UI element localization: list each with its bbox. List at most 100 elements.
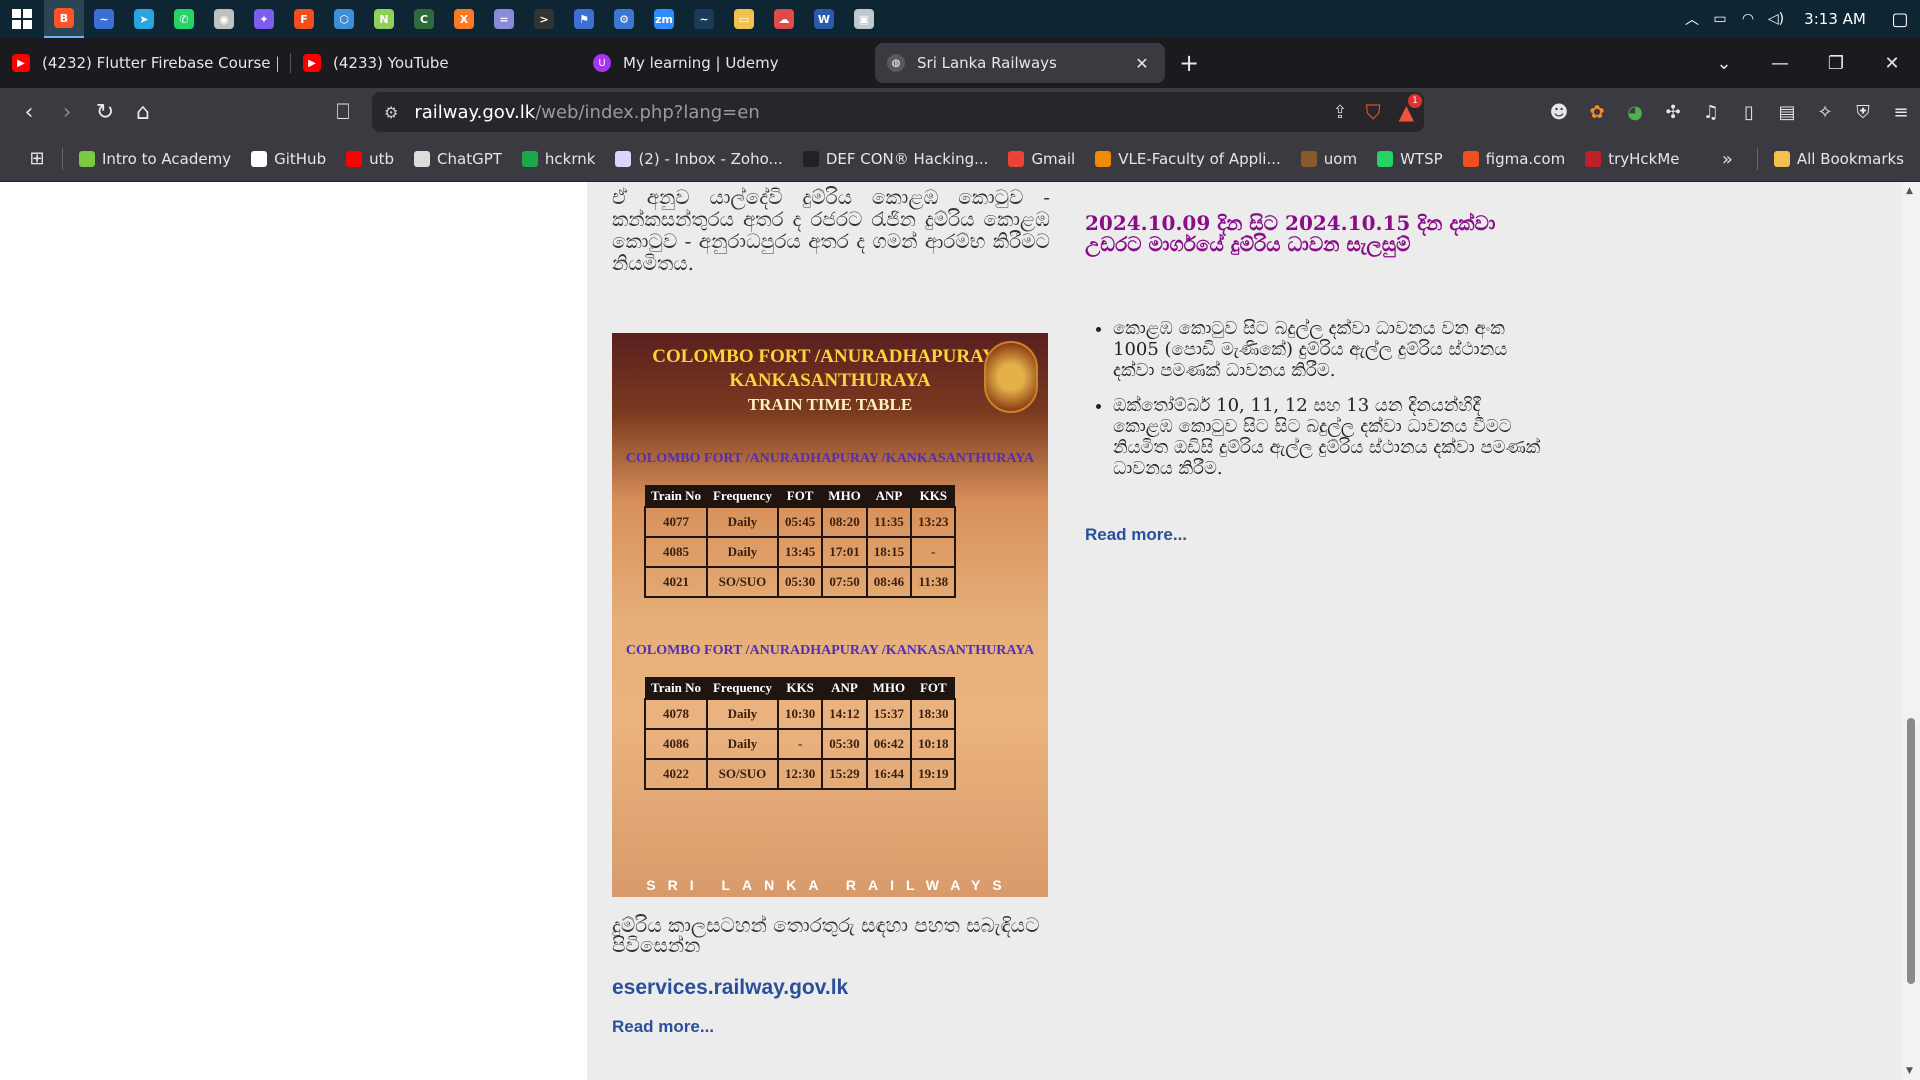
scroll-down-icon[interactable]: ▼ bbox=[1906, 1066, 1913, 1076]
taskbar-app[interactable]: ~ bbox=[84, 0, 124, 38]
taskbar-app[interactable]: ⚙ bbox=[604, 0, 644, 38]
wallet-icon[interactable]: ▤ bbox=[1768, 102, 1806, 123]
timetable-cell: 06:42 bbox=[865, 728, 913, 760]
bookmark-item[interactable]: hckrnk bbox=[521, 150, 595, 168]
timetable-poster[interactable]: COLOMBO FORT /ANURADHAPURAYA KANKASANTHU… bbox=[612, 333, 1048, 897]
taskbar-app[interactable]: ▣ bbox=[844, 0, 884, 38]
scroll-up-icon[interactable]: ▲ bbox=[1906, 186, 1913, 196]
youtube-icon: ▶ bbox=[12, 54, 30, 72]
bookmark-item[interactable]: tryHckMe bbox=[1585, 150, 1680, 168]
extensions-puzzle-icon[interactable]: ✣ bbox=[1654, 102, 1692, 123]
eservices-link[interactable]: eservices.railway.gov.lk bbox=[612, 976, 848, 1000]
tab-udemy[interactable]: U My learning | Udemy bbox=[581, 43, 871, 83]
bookmark-item[interactable]: (2) - Inbox - Zoho... bbox=[615, 150, 783, 168]
taskbar-app[interactable]: B bbox=[44, 0, 84, 38]
tab-sri-lanka-railways[interactable]: ◍ Sri Lanka Railways ✕ bbox=[875, 43, 1165, 83]
timetable-header-cell: Frequency bbox=[706, 485, 778, 507]
taskbar-app[interactable]: F bbox=[284, 0, 324, 38]
menu-icon[interactable]: ≡ bbox=[1882, 102, 1920, 123]
back-icon[interactable]: ‹ bbox=[10, 100, 48, 125]
bookmark-item[interactable]: VLE-Faculty of Appli... bbox=[1095, 150, 1281, 168]
chevron-right-icon[interactable]: » bbox=[1722, 149, 1733, 170]
news-item: කොළඹ කොටුව සිට බදුල්ල දක්වා ධාවනය වන අංක… bbox=[1113, 318, 1543, 381]
close-window-icon[interactable]: ✕ bbox=[1864, 53, 1920, 74]
whatsapp-icon: ✆ bbox=[174, 9, 194, 29]
brave-shields-icon[interactable]: ⛉ bbox=[1366, 100, 1381, 124]
tab-search-chevron-icon[interactable]: ⌄ bbox=[1696, 53, 1752, 74]
railway-emblem-icon bbox=[984, 341, 1038, 413]
news-title[interactable]: 2024.10.09 දින සිට 2024.10.15 දින දක්වා … bbox=[1085, 213, 1541, 255]
taskbar-app[interactable]: ☁ bbox=[764, 0, 804, 38]
bookmark-item[interactable]: Gmail bbox=[1008, 150, 1075, 168]
taskbar-app[interactable]: X bbox=[444, 0, 484, 38]
taskbar-app[interactable]: ◉ bbox=[204, 0, 244, 38]
forward-icon[interactable]: › bbox=[48, 100, 86, 125]
udemy-icon: U bbox=[593, 54, 611, 72]
app-icon: ~ bbox=[94, 9, 114, 29]
window-controls: ⌄ — ❐ ✕ bbox=[1696, 38, 1920, 88]
address-bar[interactable]: ⚙ railway.gov.lk/web/index.php?lang=en ⇪… bbox=[372, 92, 1424, 132]
taskbar-app[interactable]: zm bbox=[644, 0, 684, 38]
taskbar-app[interactable]: ⚑ bbox=[564, 0, 604, 38]
bookmark-item[interactable]: WTSP bbox=[1377, 150, 1443, 168]
all-bookmarks-folder[interactable]: All Bookmarks bbox=[1773, 150, 1904, 168]
windows-start-icon[interactable] bbox=[0, 0, 44, 38]
taskbar-app[interactable]: ▭ bbox=[724, 0, 764, 38]
wifi-icon[interactable]: ◠ bbox=[1734, 11, 1762, 27]
bookmark-item[interactable]: DEF CON® Hacking... bbox=[802, 150, 988, 168]
notifications-icon[interactable]: ▢ bbox=[1880, 9, 1920, 30]
taskbar-app[interactable]: ~ bbox=[684, 0, 724, 38]
share-icon[interactable]: ⇪ bbox=[1333, 102, 1348, 123]
bookmark-item[interactable]: GitHub bbox=[251, 150, 326, 168]
restore-icon[interactable]: ❐ bbox=[1808, 53, 1864, 74]
vpn-icon[interactable]: ⛨ bbox=[1844, 102, 1882, 123]
photos-icon: ▣ bbox=[854, 9, 874, 29]
reload-icon[interactable]: ↻ bbox=[86, 100, 124, 125]
home-icon[interactable]: ⌂ bbox=[124, 100, 162, 125]
vertical-scrollbar[interactable]: ▲ ▼ bbox=[1902, 182, 1920, 1080]
timetable-cell: 4086 bbox=[644, 728, 708, 760]
scrollbar-thumb[interactable] bbox=[1907, 718, 1915, 984]
taskbar-app[interactable]: = bbox=[484, 0, 524, 38]
extension-fox-icon[interactable]: ✿ bbox=[1578, 102, 1616, 123]
bookmark-item[interactable]: ChatGPT bbox=[414, 150, 502, 168]
brave-rewards-icon[interactable]: ▲ 1 bbox=[1399, 94, 1422, 124]
minimize-icon[interactable]: — bbox=[1752, 53, 1808, 74]
site-info-icon[interactable]: ⚙ bbox=[384, 103, 398, 122]
bookmark-item[interactable]: uom bbox=[1300, 150, 1357, 168]
battery-icon[interactable]: ▭ bbox=[1706, 11, 1734, 27]
extension-owl-icon[interactable]: ☻ bbox=[1540, 102, 1578, 123]
tab-flutter-firebase[interactable]: ▶ (4232) Flutter Firebase Course | Real bbox=[0, 43, 290, 83]
bookmark-label: WTSP bbox=[1400, 149, 1443, 168]
taskbar-app[interactable]: ✦ bbox=[244, 0, 284, 38]
bookmark-item[interactable]: Intro to Academy bbox=[79, 150, 231, 168]
news-read-more-link[interactable]: Read more... bbox=[1085, 525, 1187, 545]
bookmark-icon[interactable]: ⎕ bbox=[324, 100, 362, 125]
tab-youtube[interactable]: ▶ (4233) YouTube bbox=[291, 43, 581, 83]
clock[interactable]: 3:13 AM bbox=[1790, 10, 1880, 28]
bookmark-item[interactable]: utb bbox=[346, 150, 394, 168]
new-tab-icon[interactable]: + bbox=[1169, 49, 1209, 77]
apps-grid-icon[interactable]: ⊞ bbox=[22, 148, 52, 169]
taskbar-app[interactable]: ⬡ bbox=[324, 0, 364, 38]
volume-icon[interactable]: ◁) bbox=[1762, 11, 1790, 27]
taskbar-app[interactable]: C bbox=[404, 0, 444, 38]
taskbar-app[interactable]: ➤ bbox=[124, 0, 164, 38]
media-icon[interactable]: ♫ bbox=[1692, 102, 1730, 123]
bookmarks-divider bbox=[62, 147, 63, 170]
terminal-icon: > bbox=[534, 9, 554, 29]
chevron-up-icon[interactable]: ︿ bbox=[1678, 9, 1706, 29]
bookmark-item[interactable]: figma.com bbox=[1462, 150, 1565, 168]
taskbar-app[interactable]: W bbox=[804, 0, 844, 38]
read-more-link[interactable]: Read more... bbox=[612, 1017, 714, 1037]
file-explorer-icon: ▭ bbox=[734, 9, 754, 29]
taskbar-app[interactable]: > bbox=[524, 0, 564, 38]
sidebar-icon[interactable]: ▯ bbox=[1730, 102, 1768, 123]
taskbar-app[interactable]: ✆ bbox=[164, 0, 204, 38]
taskbar-app[interactable]: N bbox=[364, 0, 404, 38]
timetable-cell: Daily bbox=[705, 536, 779, 568]
leo-ai-icon[interactable]: ✧ bbox=[1806, 102, 1844, 123]
poster-title-line1: COLOMBO FORT /ANURADHAPURAYA bbox=[652, 346, 1008, 367]
close-tab-icon[interactable]: ✕ bbox=[1131, 54, 1153, 73]
extension-colorful-icon[interactable]: ◕ bbox=[1616, 102, 1654, 123]
